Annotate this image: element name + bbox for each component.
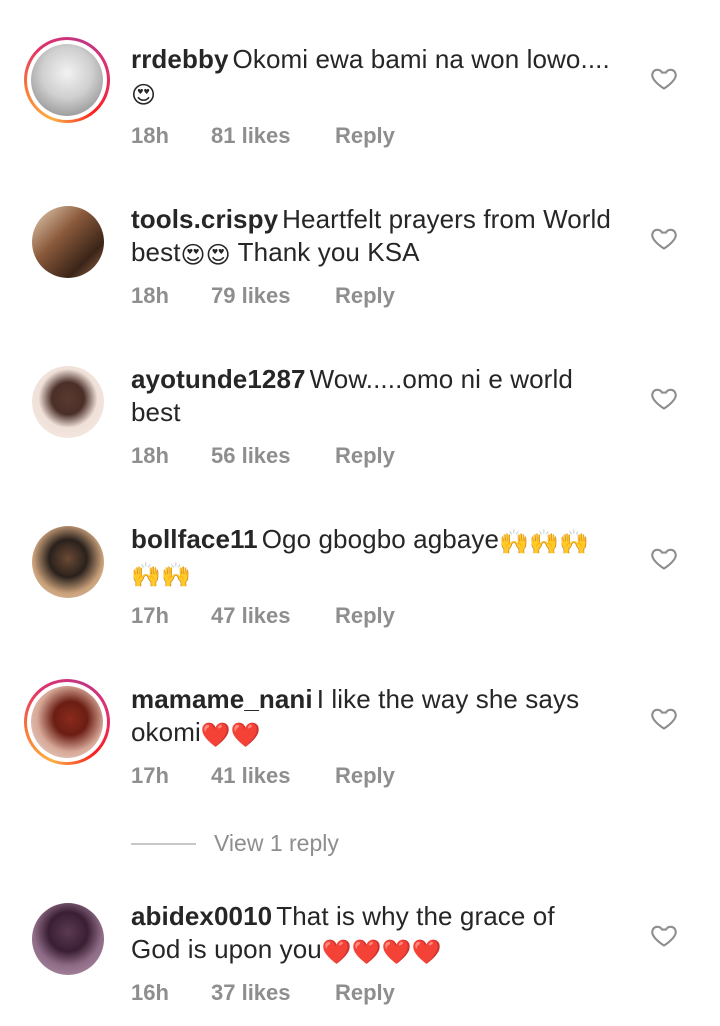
emoji: 😍😍 xyxy=(180,241,231,269)
emoji: ❤️❤️ xyxy=(200,721,261,749)
avatar-wrapper[interactable] xyxy=(32,903,104,975)
like-heart-icon[interactable] xyxy=(650,64,678,92)
comment-time: 18h xyxy=(131,283,169,308)
reply-button[interactable]: Reply xyxy=(335,123,395,149)
like-heart-icon[interactable] xyxy=(650,921,678,949)
avatar[interactable] xyxy=(32,206,104,278)
comment-likes[interactable]: 81 likes xyxy=(211,123,335,149)
comment-time: 17h xyxy=(131,763,169,788)
like-heart-icon[interactable] xyxy=(650,224,678,252)
comment-time: 18h xyxy=(131,443,169,468)
avatar[interactable] xyxy=(31,44,103,116)
comment-username[interactable]: bollface11 xyxy=(131,524,258,554)
avatar[interactable] xyxy=(32,366,104,438)
avatar[interactable] xyxy=(32,903,104,975)
reply-button[interactable]: Reply xyxy=(335,283,395,309)
comment-username[interactable]: ayotunde1287 xyxy=(131,364,306,394)
comment-time: 17h xyxy=(131,603,169,628)
comment-likes[interactable]: 56 likes xyxy=(211,443,335,469)
comment-username[interactable]: rrdebby xyxy=(131,44,229,74)
reply-button[interactable]: Reply xyxy=(335,980,395,1006)
comment-username[interactable]: abidex0010 xyxy=(131,901,272,931)
avatar[interactable] xyxy=(31,686,103,758)
avatar[interactable] xyxy=(32,526,104,598)
view-replies-label[interactable]: View 1 reply xyxy=(214,830,339,857)
reply-button[interactable]: Reply xyxy=(335,443,395,469)
comment-time: 18h xyxy=(131,123,169,148)
view-replies-button[interactable]: View 1 reply xyxy=(131,830,339,857)
comment-time: 16h xyxy=(131,980,169,1005)
divider-line xyxy=(131,842,196,845)
comment-username[interactable]: tools.crispy xyxy=(131,204,278,234)
like-heart-icon[interactable] xyxy=(650,384,678,412)
comment-text: Okomi ewa bami na won lowo.... xyxy=(232,44,610,74)
like-heart-icon[interactable] xyxy=(650,704,678,732)
comment-text-suffix: Thank you KSA xyxy=(230,237,420,267)
avatar-story-ring[interactable] xyxy=(24,679,110,765)
avatar-wrapper[interactable] xyxy=(32,206,104,278)
comment-likes[interactable]: 41 likes xyxy=(211,763,335,789)
reply-button[interactable]: Reply xyxy=(335,603,395,629)
comment-text: Ogo gbogbo agbaye xyxy=(261,524,500,554)
like-heart-icon[interactable] xyxy=(650,544,678,572)
comment-likes[interactable]: 37 likes xyxy=(211,980,335,1006)
comment-likes[interactable]: 79 likes xyxy=(211,283,335,309)
avatar-wrapper[interactable] xyxy=(32,526,104,598)
comment-likes[interactable]: 47 likes xyxy=(211,603,335,629)
avatar-wrapper[interactable] xyxy=(32,366,104,438)
comment-username[interactable]: mamame_nani xyxy=(131,684,313,714)
emoji: 😍 xyxy=(131,81,157,109)
avatar-story-ring[interactable] xyxy=(24,37,110,123)
emoji: ❤️❤️❤️❤️ xyxy=(321,938,442,966)
reply-button[interactable]: Reply xyxy=(335,763,395,789)
